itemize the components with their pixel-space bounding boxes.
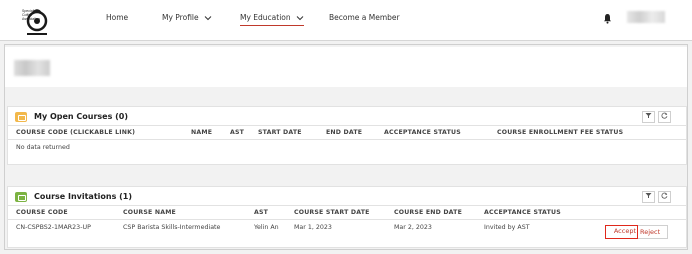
nav-become-member[interactable]: Become a Member	[329, 13, 400, 22]
end-date: Mar 2, 2023	[394, 224, 432, 231]
nav-my-profile-label: My Profile	[162, 13, 199, 22]
column-header[interactable]: START DATE	[258, 129, 302, 136]
avatar	[14, 60, 50, 76]
open-courses-title: My Open Courses (0)	[34, 112, 129, 121]
top-navigation: Specialty Coffee Association Home My Pro…	[0, 0, 692, 41]
filter-button[interactable]	[642, 191, 655, 203]
page-header	[5, 47, 687, 87]
ast-name: Yelin An	[254, 224, 279, 231]
nav-my-education-label: My Education	[240, 13, 291, 22]
table-row: No data returned	[8, 140, 686, 156]
course-invitations-title: Course Invitations (1)	[34, 192, 133, 201]
acceptance-status: Invited by AST	[484, 224, 530, 231]
column-header[interactable]: COURSE CODE	[16, 209, 68, 216]
column-header[interactable]: NAME	[191, 129, 212, 136]
column-header[interactable]: COURSE END DATE	[394, 209, 462, 216]
accept-button[interactable]: Accept	[605, 225, 638, 239]
bell-icon[interactable]	[603, 13, 612, 24]
refresh-icon	[661, 192, 668, 199]
column-header[interactable]: AST	[230, 129, 244, 136]
logo-wordmark: Specialty Coffee Association	[22, 9, 40, 21]
nav-home-label: Home	[106, 13, 129, 22]
nav-my-education[interactable]: My Education	[240, 13, 305, 26]
filter-icon	[645, 113, 652, 118]
column-header[interactable]: END DATE	[326, 129, 362, 136]
chevron-down-icon	[204, 16, 212, 21]
column-header[interactable]: COURSE NAME	[123, 209, 176, 216]
column-header[interactable]: COURSE START DATE	[294, 209, 370, 216]
table-row: CN-CSPBS2-1MAR23-UP CSP Barista Skills-I…	[8, 220, 686, 246]
column-header[interactable]: AST	[254, 209, 268, 216]
invitations-table-header: COURSE CODE COURSE NAME AST COURSE START…	[8, 206, 686, 220]
filter-icon	[645, 193, 652, 198]
nav-become-member-label: Become a Member	[329, 13, 400, 22]
course-invitations-header: Course Invitations (1)	[8, 187, 686, 206]
refresh-button[interactable]	[658, 111, 671, 123]
reject-button[interactable]: Reject	[638, 225, 668, 239]
empty-message: No data returned	[16, 144, 70, 151]
column-header[interactable]: COURSE CODE (CLICKABLE LINK)	[16, 129, 135, 136]
course-name: CSP Barista Skills-Intermediate	[123, 224, 221, 231]
user-menu[interactable]	[627, 11, 665, 23]
nav-my-profile[interactable]: My Profile	[162, 13, 212, 22]
refresh-button[interactable]	[658, 191, 671, 203]
nav-home[interactable]: Home	[106, 13, 128, 22]
column-header[interactable]: ACCEPTANCE STATUS	[484, 209, 561, 216]
open-courses-table-header: COURSE CODE (CLICKABLE LINK) NAME AST ST…	[8, 126, 686, 140]
chevron-down-icon	[296, 16, 304, 21]
refresh-icon	[661, 112, 668, 119]
start-date: Mar 1, 2023	[294, 224, 332, 231]
course-invitations-panel: Course Invitations (1) COURSE CODE COURS…	[7, 186, 687, 248]
open-courses-panel: My Open Courses (0) COURSE CODE (CLICKAB…	[7, 106, 687, 165]
filter-button[interactable]	[642, 111, 655, 123]
course-code-link[interactable]: CN-CSPBS2-1MAR23-UP	[16, 224, 91, 231]
column-header[interactable]: COURSE ENROLLMENT FEE STATUS	[497, 129, 623, 136]
courses-icon	[15, 112, 27, 122]
column-header[interactable]: ACCEPTANCE STATUS	[384, 129, 461, 136]
open-courses-header: My Open Courses (0)	[8, 107, 686, 126]
invitations-icon	[15, 192, 27, 202]
